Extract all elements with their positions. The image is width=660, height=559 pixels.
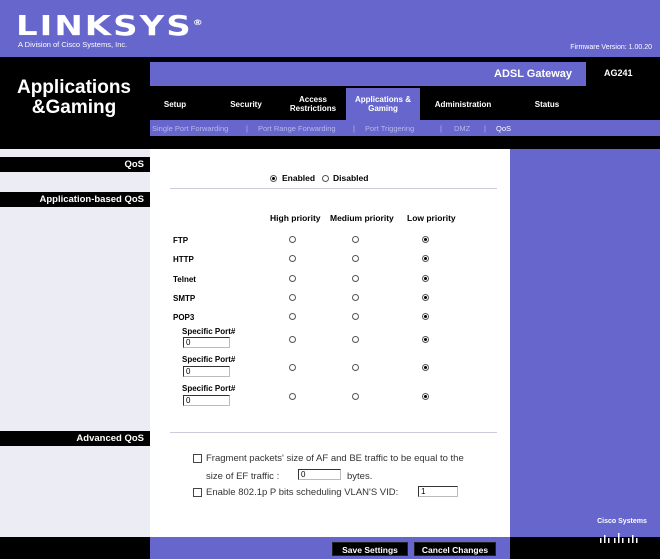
- ftp-medium-radio[interactable]: [352, 236, 359, 243]
- header-high-priority: High priority: [270, 213, 321, 223]
- subtab-separator: |: [353, 124, 355, 133]
- tab-applications-gaming[interactable]: Applications & Gaming: [346, 88, 420, 120]
- subtab-separator: |: [484, 124, 486, 133]
- divider: [170, 188, 497, 189]
- http-low-radio[interactable]: [422, 255, 429, 262]
- cisco-logo-text: Cisco Systems: [597, 518, 647, 525]
- specific-port-label: Specific Port#: [182, 355, 236, 364]
- section-label-advanced-qos: Advanced QoS: [0, 431, 150, 446]
- header-low-priority: Low priority: [407, 213, 456, 223]
- http-medium-radio[interactable]: [352, 255, 359, 262]
- ftp-high-radio[interactable]: [289, 236, 296, 243]
- linksys-logo: LINKSYS®: [16, 10, 205, 43]
- pop3-medium-radio[interactable]: [352, 313, 359, 320]
- left-column: QoS Application-based QoS Advanced QoS: [0, 149, 150, 537]
- smtp-low-radio[interactable]: [422, 294, 429, 301]
- port2-high-radio[interactable]: [289, 364, 296, 371]
- vlan-label: Enable 802.1p P bits scheduling VLAN'S V…: [206, 487, 399, 498]
- vlan-checkbox[interactable]: [193, 488, 202, 497]
- section-label-qos: QoS: [0, 157, 150, 172]
- cisco-bars-icon: [600, 533, 638, 543]
- telnet-medium-radio[interactable]: [352, 275, 359, 282]
- qos-disabled-label: Disabled: [333, 173, 369, 183]
- fragment-size-label: size of EF traffic :: [206, 471, 280, 482]
- qos-enabled-radio[interactable]: [270, 175, 277, 182]
- subtab-dmz[interactable]: DMZ: [454, 124, 470, 133]
- row-label-pop3: POP3: [173, 313, 195, 322]
- fragment-unit: bytes.: [347, 471, 373, 482]
- port3-medium-radio[interactable]: [352, 393, 359, 400]
- tab-security[interactable]: Security: [216, 88, 276, 120]
- logo-tagline: A Division of Cisco Systems, Inc.: [18, 40, 128, 49]
- tab-setup[interactable]: Setup: [150, 88, 200, 120]
- qos-enabled-label: Enabled: [282, 173, 316, 183]
- vlan-vid-input[interactable]: [418, 486, 458, 497]
- row-label-telnet: Telnet: [173, 275, 196, 284]
- port1-low-radio[interactable]: [422, 336, 429, 343]
- subtab-single-port-forwarding[interactable]: Single Port Forwarding: [152, 124, 228, 133]
- pop3-low-radio[interactable]: [422, 313, 429, 320]
- pop3-high-radio[interactable]: [289, 313, 296, 320]
- specific-port-label: Specific Port#: [182, 384, 236, 393]
- http-high-radio[interactable]: [289, 255, 296, 262]
- port1-medium-radio[interactable]: [352, 336, 359, 343]
- tab-access-restrictions[interactable]: Access Restrictions: [283, 88, 343, 120]
- right-column: [510, 149, 660, 537]
- subtab-port-triggering[interactable]: Port Triggering: [365, 124, 414, 133]
- subtab-port-range-forwarding[interactable]: Port Range Forwarding: [258, 124, 336, 133]
- save-settings-button[interactable]: Save Settings: [332, 542, 408, 556]
- subtab-separator: |: [440, 124, 442, 133]
- product-name: ADSL Gateway: [494, 68, 573, 80]
- specific-port-label: Specific Port#: [182, 327, 236, 336]
- page-title: Applications &Gaming: [16, 77, 131, 118]
- fragment-label: Fragment packets' size of AF and BE traf…: [206, 453, 464, 464]
- subtab-qos[interactable]: QoS: [496, 124, 511, 133]
- fragment-size-input[interactable]: [298, 469, 341, 480]
- smtp-medium-radio[interactable]: [352, 294, 359, 301]
- port2-low-radio[interactable]: [422, 364, 429, 371]
- section-label-app-qos: Application-based QoS: [0, 192, 150, 207]
- model-number: AG241: [604, 68, 633, 78]
- cancel-changes-button[interactable]: Cancel Changes: [414, 542, 496, 556]
- row-label-http: HTTP: [173, 255, 194, 264]
- port1-high-radio[interactable]: [289, 336, 296, 343]
- fragment-checkbox[interactable]: [193, 454, 202, 463]
- ftp-low-radio[interactable]: [422, 236, 429, 243]
- row-label-smtp: SMTP: [173, 294, 196, 303]
- main-nav: Setup Security Access Restrictions Appli…: [150, 88, 660, 120]
- specific-port-3-input[interactable]: [183, 395, 230, 406]
- firmware-version: Firmware Version: 1.00.20: [570, 44, 652, 51]
- port3-low-radio[interactable]: [422, 393, 429, 400]
- tab-status[interactable]: Status: [522, 88, 572, 120]
- header-medium-priority: Medium priority: [330, 213, 394, 223]
- specific-port-1-input[interactable]: [183, 337, 230, 348]
- telnet-high-radio[interactable]: [289, 275, 296, 282]
- row-label-ftp: FTP: [173, 236, 189, 245]
- sub-nav: Single Port Forwarding | Port Range Forw…: [150, 120, 660, 136]
- product-row: [150, 62, 660, 86]
- specific-port-2-input[interactable]: [183, 366, 230, 377]
- qos-disabled-radio[interactable]: [322, 175, 329, 182]
- cisco-logo: Cisco Systems: [590, 518, 654, 550]
- port3-high-radio[interactable]: [289, 393, 296, 400]
- tab-administration[interactable]: Administration: [426, 88, 500, 120]
- divider: [170, 432, 497, 433]
- port2-medium-radio[interactable]: [352, 364, 359, 371]
- smtp-high-radio[interactable]: [289, 294, 296, 301]
- subtab-separator: |: [246, 124, 248, 133]
- telnet-low-radio[interactable]: [422, 275, 429, 282]
